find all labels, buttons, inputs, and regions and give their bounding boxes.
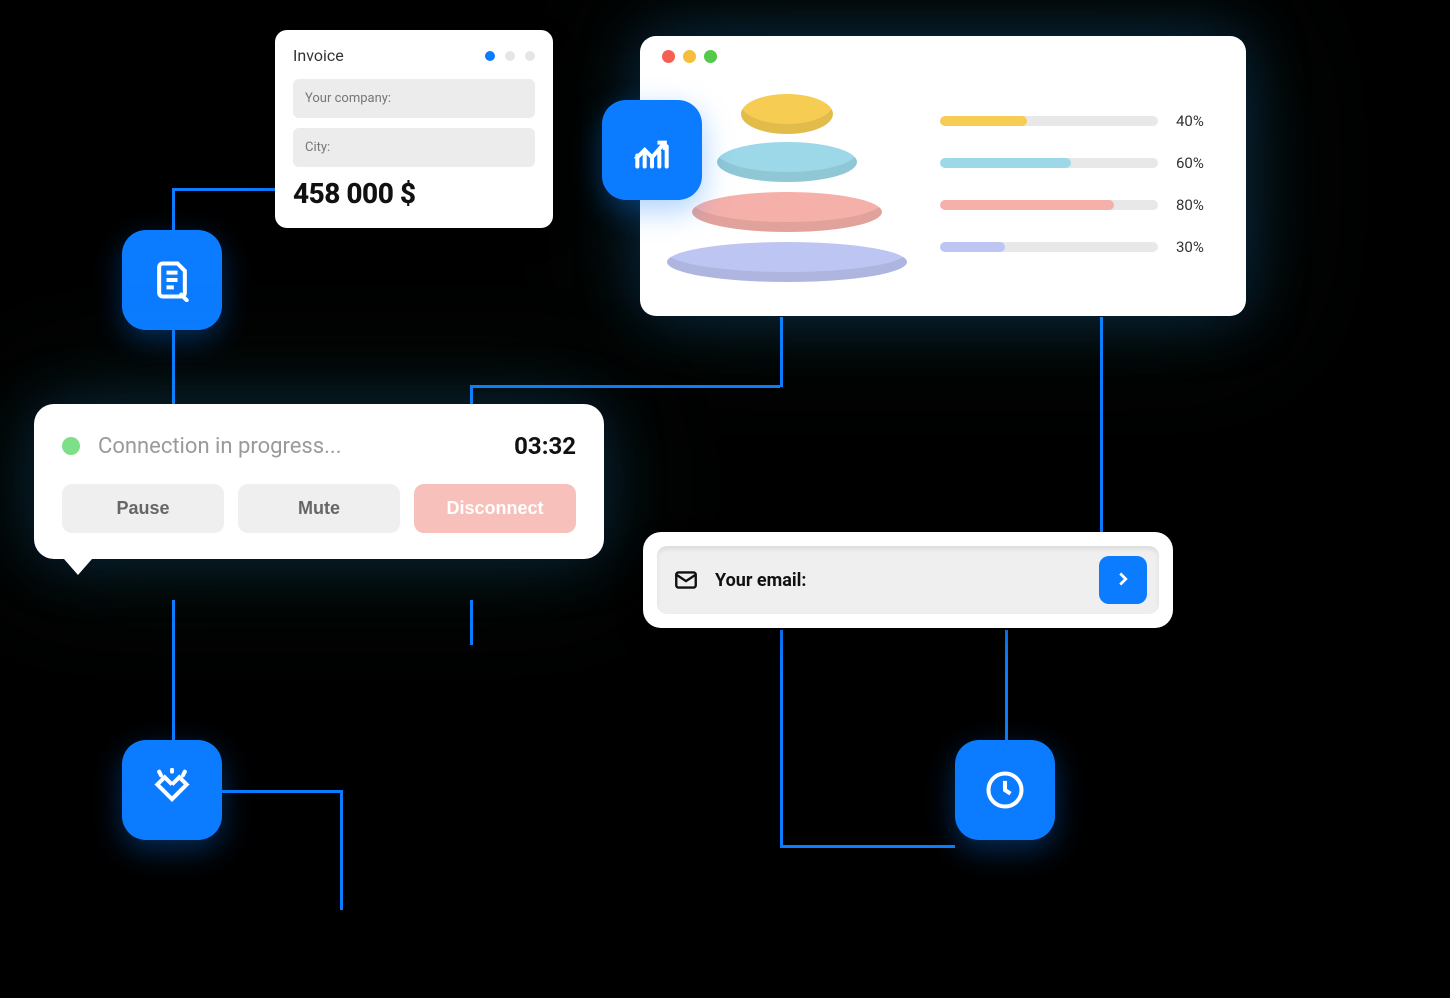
page-dot-3[interactable] — [525, 51, 535, 61]
funnel-layer — [741, 94, 833, 134]
progress-bar-track — [940, 242, 1158, 252]
progress-bar-label: 30% — [1176, 238, 1218, 256]
email-card: Your email: — [643, 532, 1173, 628]
city-field[interactable]: City: — [293, 128, 535, 167]
progress-bar-track — [940, 116, 1158, 126]
progress-bar-fill — [940, 116, 1027, 126]
progress-bar-row: 60% — [940, 154, 1218, 172]
progress-bar-row: 80% — [940, 196, 1218, 214]
handshake-icon — [122, 740, 222, 840]
analytics-window: 40% 60% 80% 30% — [640, 36, 1246, 316]
funnel-layer — [717, 142, 857, 182]
submit-button[interactable] — [1099, 556, 1147, 604]
email-label[interactable]: Your email: — [715, 570, 1083, 591]
progress-bar-fill — [940, 158, 1071, 168]
progress-bar-track — [940, 158, 1158, 168]
progress-bar-fill — [940, 242, 1005, 252]
invoice-amount: 458 000 $ — [293, 177, 535, 210]
close-icon[interactable] — [662, 50, 675, 63]
company-field[interactable]: Your company: — [293, 79, 535, 118]
connection-timer: 03:32 — [514, 432, 576, 460]
minimize-icon[interactable] — [683, 50, 696, 63]
funnel-layer — [692, 192, 882, 232]
disconnect-button[interactable]: Disconnect — [414, 484, 576, 533]
progress-bar-row: 40% — [940, 112, 1218, 130]
progress-bar-label: 40% — [1176, 112, 1218, 130]
page-dot-2[interactable] — [505, 51, 515, 61]
growth-icon — [602, 100, 702, 200]
funnel-layer — [667, 242, 907, 282]
status-indicator-icon — [62, 437, 80, 455]
connection-card: Connection in progress... 03:32 Pause Mu… — [34, 404, 604, 559]
page-dot-1[interactable] — [485, 51, 495, 61]
connection-status: Connection in progress... — [98, 434, 496, 459]
invoice-pagination[interactable] — [485, 51, 535, 61]
window-controls[interactable] — [662, 50, 1224, 63]
invoice-title: Invoice — [293, 46, 344, 65]
progress-bars: 40% 60% 80% 30% — [940, 112, 1224, 256]
chevron-right-icon — [1112, 568, 1134, 593]
document-icon — [122, 230, 222, 330]
progress-bar-row: 30% — [940, 238, 1218, 256]
mute-button[interactable]: Mute — [238, 484, 400, 533]
progress-bar-track — [940, 200, 1158, 210]
progress-bar-label: 60% — [1176, 154, 1218, 172]
clock-icon — [955, 740, 1055, 840]
progress-bar-label: 80% — [1176, 196, 1218, 214]
mail-icon — [673, 567, 699, 593]
progress-bar-fill — [940, 200, 1114, 210]
pause-button[interactable]: Pause — [62, 484, 224, 533]
maximize-icon[interactable] — [704, 50, 717, 63]
invoice-card: Invoice Your company: City: 458 000 $ — [275, 30, 553, 228]
